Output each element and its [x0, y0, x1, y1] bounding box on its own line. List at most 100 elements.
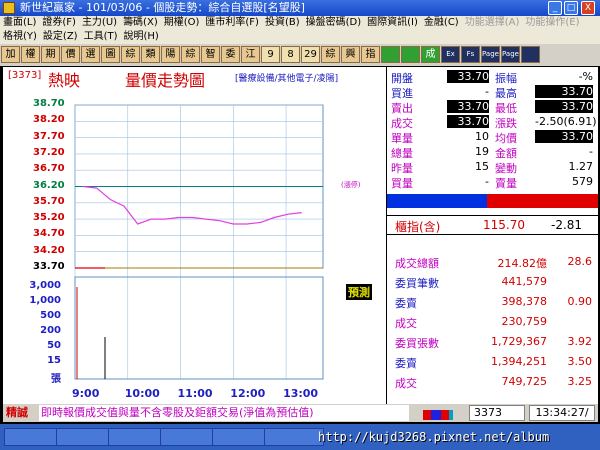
stat-row: 成交 230,759 [387, 315, 598, 330]
volume-tick: 3,000 [29, 280, 61, 291]
toolbar-button[interactable]: 圖 [101, 46, 120, 63]
toolbar-button[interactable]: 成 [421, 46, 440, 63]
toolbar-button[interactable]: 指 [361, 46, 380, 63]
minimize-button[interactable]: _ [548, 1, 562, 15]
stat-label: 成交 [395, 317, 417, 330]
toolbar-button[interactable]: 權 [21, 46, 40, 63]
stock-code-input[interactable]: 3373 [469, 405, 525, 421]
toolbar-button[interactable]: Page [501, 46, 520, 63]
toolbar-button[interactable] [521, 46, 540, 63]
toolbar-button[interactable]: Page [481, 46, 500, 63]
quote-label: 買量 [391, 177, 413, 190]
forecast-tag[interactable]: 預測 [346, 284, 372, 300]
quote-value: 10 [475, 130, 489, 143]
toolbar-button[interactable]: 智 [201, 46, 220, 63]
bid-ask-bar [387, 194, 598, 208]
time-tick: 9:00 [72, 387, 100, 400]
quote-value: 15 [475, 160, 489, 173]
toolbar-button[interactable]: 類 [141, 46, 160, 63]
toolbar-button[interactable]: 9 [261, 46, 280, 63]
price-tick: 34.70 [33, 228, 65, 240]
price-tick: 35.20 [33, 212, 65, 224]
quote-value: - [485, 175, 489, 188]
quote-label: 買進 [391, 87, 413, 100]
toolbar: 加權期價選圖綜類陽綜智委江 9 8 29 綜興指成 Ex Fs Page Page [0, 44, 600, 66]
menu-item[interactable]: 工具(T) [81, 30, 121, 44]
taskbar-button[interactable] [56, 428, 116, 446]
quote-value: 33.70 [535, 85, 593, 98]
quote-label: 最低 [495, 102, 517, 115]
toolbar-button[interactable] [381, 46, 400, 63]
toolbar-button[interactable]: 選 [81, 46, 100, 63]
quote-value: 33.70 [447, 70, 489, 83]
quote-value: 19 [475, 145, 489, 158]
quote-row: 單量 10 均價 33.70 [387, 130, 598, 145]
stat-extra: 0.90 [567, 295, 593, 308]
stat-label: 成交 [395, 377, 417, 390]
title-bar: 新世紀贏家 - 101/03/06 - 個股走勢：綜合自選股[名望股] _ □ … [0, 0, 600, 16]
quote-row: 買進 - 最高 33.70 [387, 85, 598, 100]
stat-extra: 3.50 [567, 355, 593, 368]
menu-item[interactable]: 匯市利率(F) [202, 16, 262, 30]
limit-up-tag: (漲停) [341, 181, 361, 189]
stat-value: 1,729,367 [491, 335, 547, 348]
quote-label: 賣出 [391, 102, 413, 115]
volume-tick: 200 [40, 325, 61, 336]
menu-item[interactable]: 功能選擇(A) [462, 16, 523, 30]
menu-item[interactable]: 金融(C) [421, 16, 462, 30]
taskbar-button[interactable] [212, 428, 272, 446]
toolbar-button[interactable]: 8 [281, 46, 300, 63]
quote-value: 33.70 [447, 115, 489, 128]
quote-label: 均價 [495, 132, 517, 145]
toolbar-button[interactable]: 綜 [181, 46, 200, 63]
time-tick: 13:00 [283, 387, 319, 400]
toolbar-button[interactable]: 期 [41, 46, 60, 63]
toolbar-button[interactable]: 價 [61, 46, 80, 63]
menu-item[interactable]: 期權(O) [161, 16, 203, 30]
menu-item[interactable]: 主力(U) [79, 16, 120, 30]
toolbar-button[interactable]: 委 [221, 46, 240, 63]
menu-item[interactable]: 籌碼(X) [120, 16, 161, 30]
toolbar-button[interactable]: 江 [241, 46, 260, 63]
toolbar-button[interactable]: 興 [341, 46, 360, 63]
taskbar-button[interactable] [4, 428, 64, 446]
taskbar-button[interactable] [264, 428, 324, 446]
toolbar-button[interactable]: 綜 [321, 46, 340, 63]
toolbar-button[interactable]: Ex [441, 46, 460, 63]
toolbar-button[interactable]: 陽 [161, 46, 180, 63]
menu-item[interactable]: 國際資訊(I) [364, 16, 421, 30]
close-button[interactable]: X [581, 1, 595, 15]
menu-item[interactable]: 投資(B) [262, 16, 303, 30]
menu-item[interactable]: 畫面(L) [0, 16, 39, 30]
toolbar-button[interactable]: 綜 [121, 46, 140, 63]
maximize-button[interactable]: □ [564, 1, 578, 15]
status-bar: 精誠 即時報價成交值與量不含零股及鉅額交易(淨值為預估值) 3373 13:34… [3, 404, 598, 422]
stat-row: 委買筆數 441,579 [387, 275, 598, 290]
status-tag: 精誠 [6, 406, 28, 419]
quote-label: 漲跌 [495, 117, 517, 130]
menu-item[interactable]: 操盤密碼(D) [303, 16, 365, 30]
menu-item[interactable]: 格視(Y) [0, 30, 40, 44]
menu-item[interactable]: 功能操作(E) [522, 16, 582, 30]
price-tick: 34.20 [33, 244, 65, 256]
volume-tick: 張 [51, 374, 61, 385]
stat-label: 委買筆數 [395, 277, 439, 290]
status-indicator [423, 408, 459, 420]
quote-value: - [589, 145, 593, 158]
toolbar-button[interactable]: Fs [461, 46, 480, 63]
menu-item[interactable]: 說明(H) [121, 30, 162, 44]
stat-row: 委買張數 1,729,367 3.92 [387, 335, 598, 350]
window-title: 新世紀贏家 - 101/03/06 - 個股走勢：綜合自選股[名望股] [20, 1, 305, 14]
taskbar-button[interactable] [108, 428, 168, 446]
toolbar-button[interactable]: 29 [301, 46, 320, 63]
price-tick: 38.70 [33, 98, 65, 109]
menu-item[interactable]: 設定(Z) [40, 30, 81, 44]
toolbar-button[interactable]: 加 [1, 46, 20, 63]
volume-tick: 15 [47, 355, 61, 366]
menu-bar: 畫面(L) 證券(F) 主力(U) 籌碼(X) 期權(O) 匯市利率(F) 投資(B) 操盤密… [0, 16, 600, 30]
toolbar-button[interactable] [401, 46, 420, 63]
quote-panel: 開盤 33.70 振幅 -% 買進 - 最高 33.70 賣出 33.70 最低 33.70 成交 33.… [387, 67, 598, 404]
taskbar-button[interactable] [160, 428, 220, 446]
stat-value: 398,378 [501, 295, 548, 308]
menu-item[interactable]: 證券(F) [39, 16, 79, 30]
